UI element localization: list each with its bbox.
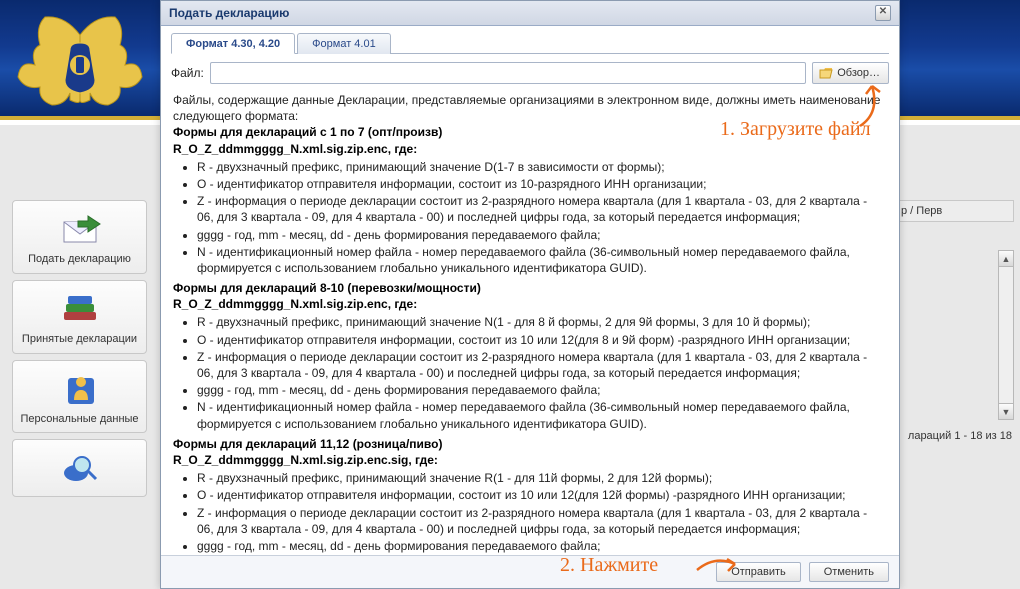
browse-button[interactable]: Обзор… xyxy=(812,62,889,84)
browse-label: Обзор… xyxy=(837,67,880,79)
file-path-input[interactable] xyxy=(210,62,806,84)
close-icon[interactable]: ✕ xyxy=(875,5,891,21)
tab-format-430-420[interactable]: Формат 4.30, 4.20 xyxy=(171,33,295,54)
dialog-footer: Отправить Отменить xyxy=(161,555,899,588)
folder-open-icon xyxy=(819,66,833,80)
cancel-button[interactable]: Отменить xyxy=(809,562,889,582)
tab-strip: Формат 4.30, 4.20 Формат 4.01 xyxy=(171,32,889,54)
dialog-title: Подать декларацию xyxy=(169,6,289,20)
dialog-title-bar[interactable]: Подать декларацию ✕ xyxy=(161,1,899,26)
file-label: Файл: xyxy=(171,66,204,80)
instructions-text: Файлы, содержащие данные Декларации, пре… xyxy=(171,90,889,555)
submit-button[interactable]: Отправить xyxy=(716,562,801,582)
file-picker-row: Файл: Обзор… xyxy=(171,62,889,84)
submit-declaration-dialog: Подать декларацию ✕ Формат 4.30, 4.20 Фо… xyxy=(160,0,900,589)
tab-format-401[interactable]: Формат 4.01 xyxy=(297,33,391,54)
